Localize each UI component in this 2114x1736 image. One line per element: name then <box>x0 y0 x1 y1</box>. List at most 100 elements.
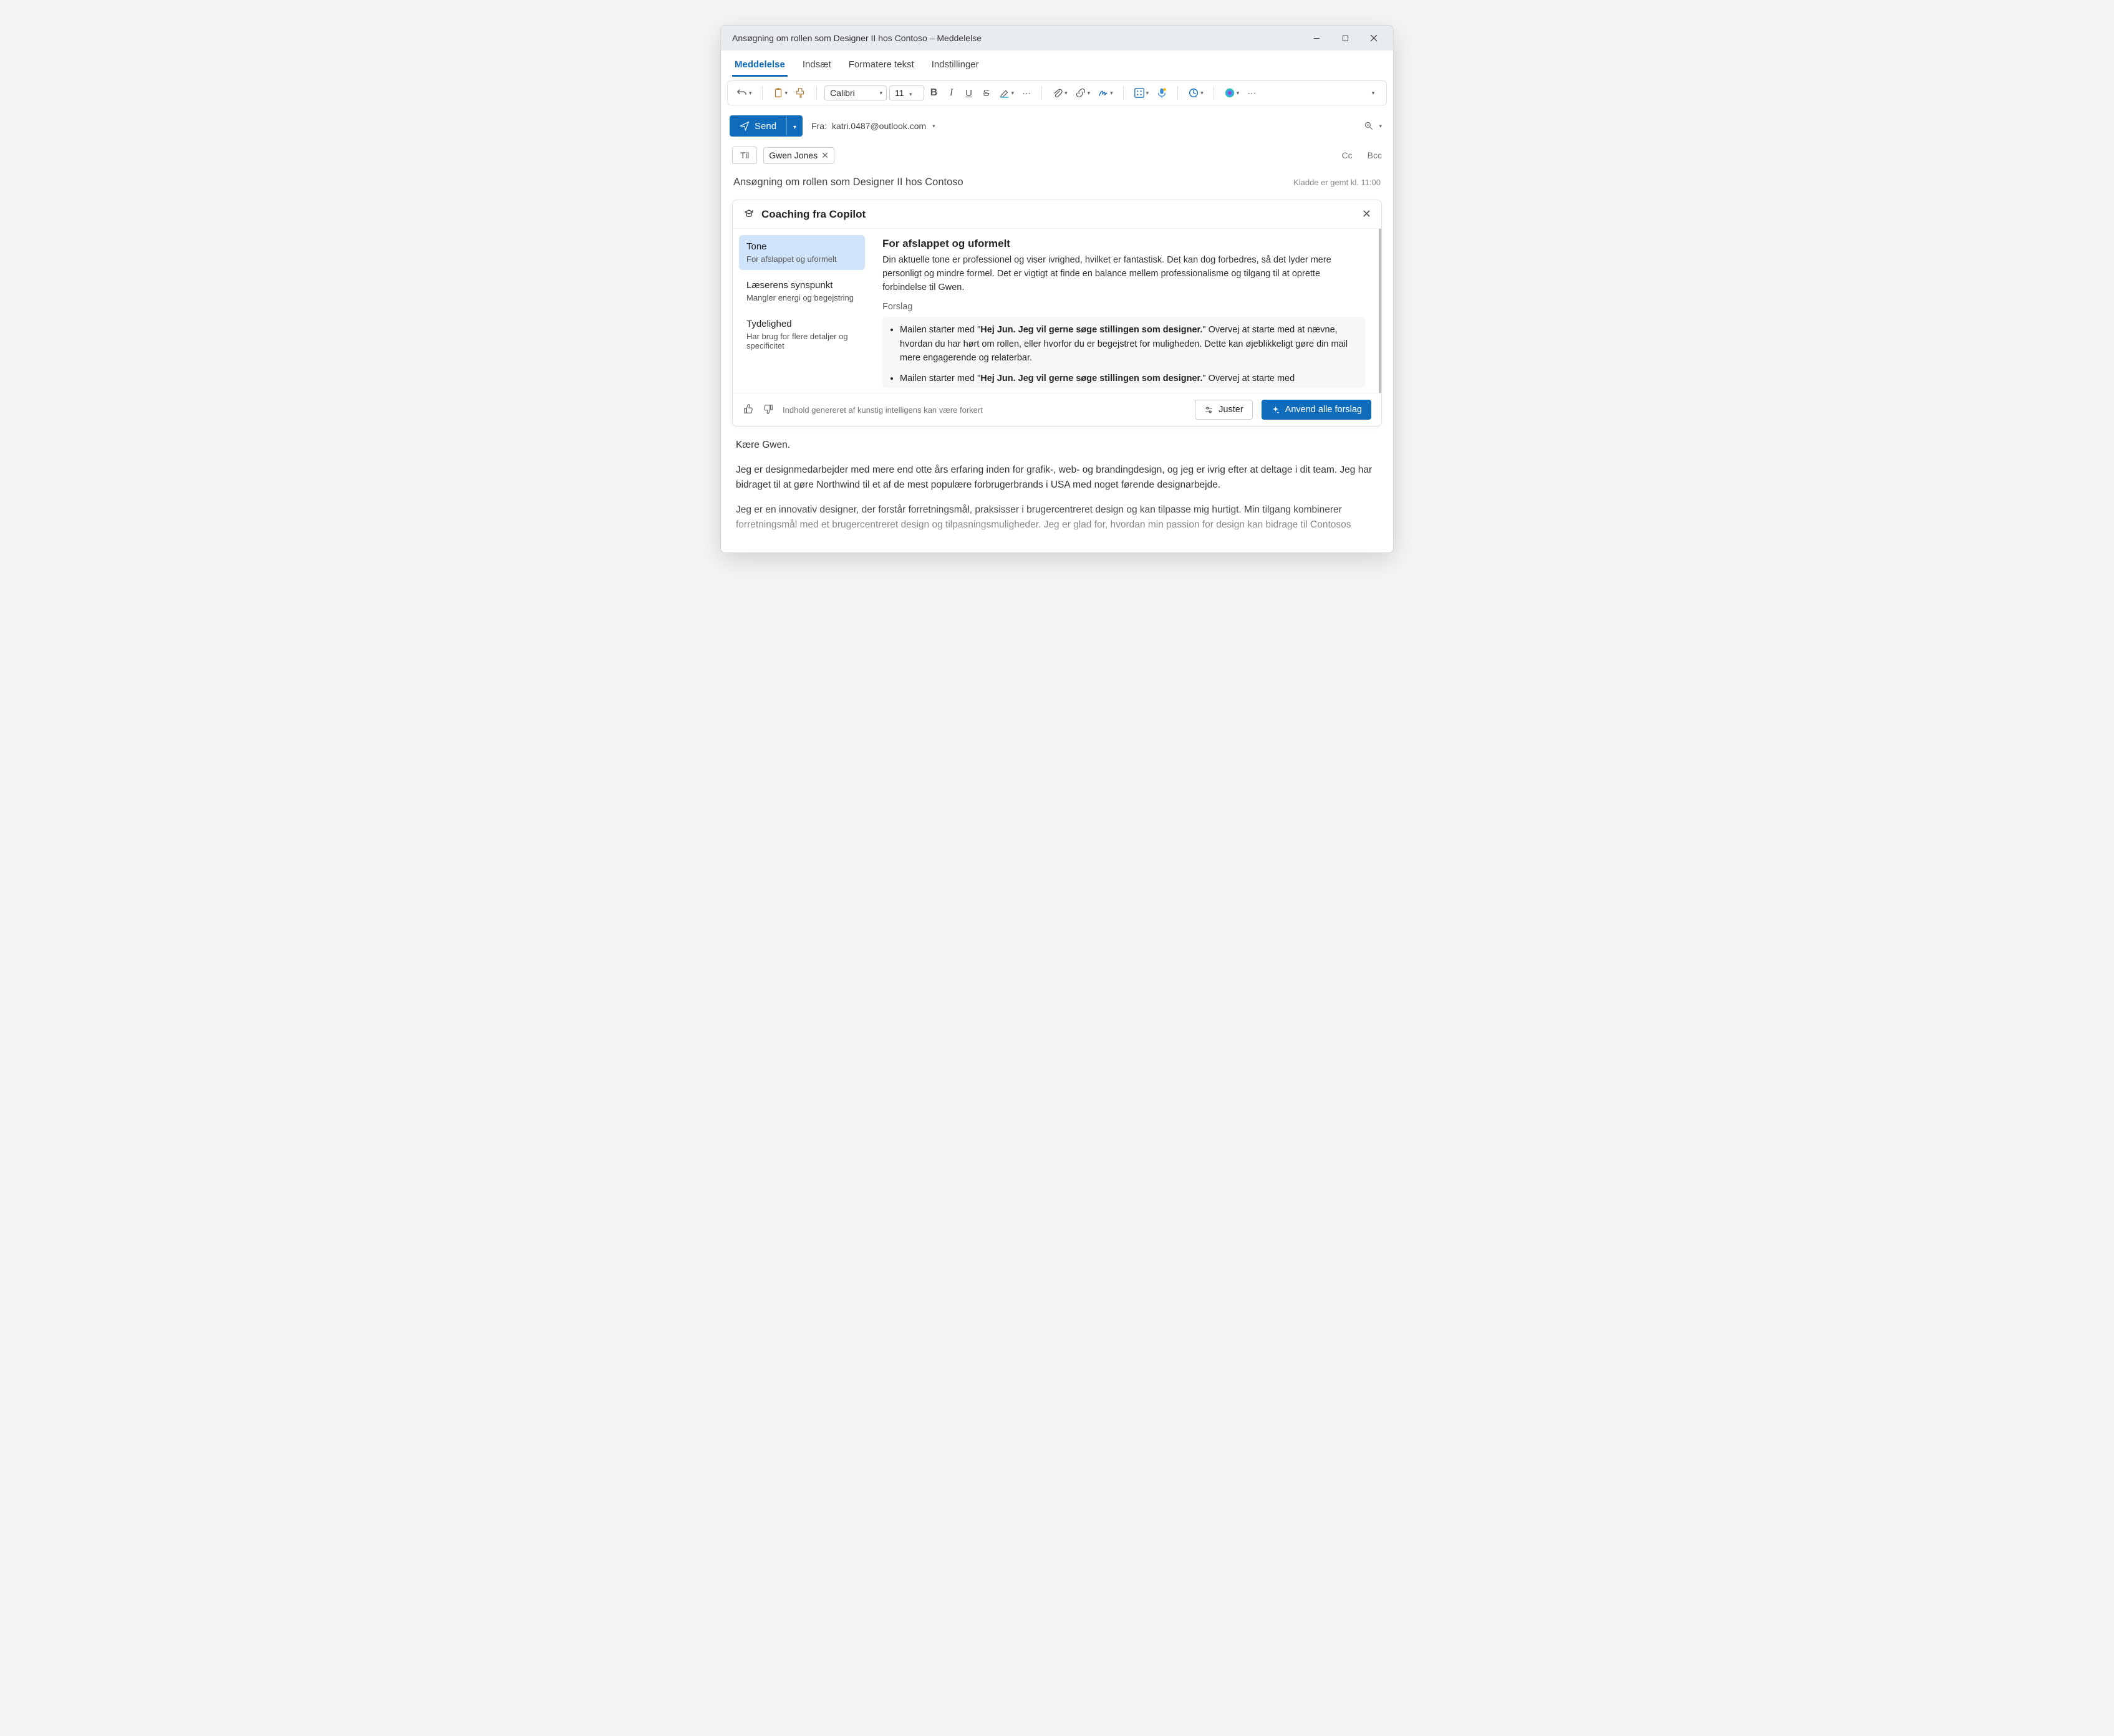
titlebar: Ansøgning om rollen som Designer II hos … <box>721 26 1393 51</box>
font-name-value: Calibri <box>830 88 855 98</box>
font-size-select[interactable]: 11 ▾ <box>889 85 924 100</box>
subject-field[interactable]: Ansøgning om rollen som Designer II hos … <box>733 176 1293 188</box>
sidebar-item-tone[interactable]: Tone For afslappet og uformelt <box>739 235 865 270</box>
strikethrough-button[interactable]: S <box>979 85 994 101</box>
from-email: katri.0487@outlook.com <box>832 121 926 131</box>
chevron-down-icon: ▾ <box>1237 90 1240 97</box>
body-greeting: Kære Gwen. <box>736 438 1378 453</box>
adjust-button[interactable]: Juster <box>1195 400 1253 420</box>
sidebar-item-clarity[interactable]: Tydelighed Har brug for flere detaljer o… <box>739 312 865 357</box>
close-button[interactable] <box>1359 26 1388 51</box>
font-size-value: 11 <box>895 88 904 98</box>
adjust-label: Juster <box>1219 405 1243 415</box>
copilot-heading: For afslappet og uformelt <box>882 238 1365 250</box>
sidebar-item-label: Tydelighed <box>746 319 857 329</box>
body-paragraph: Jeg er designmedarbejder med mere end ot… <box>736 463 1378 493</box>
tab-insert[interactable]: Indsæt <box>800 54 834 77</box>
subject-row: Ansøgning om rollen som Designer II hos … <box>730 168 1384 200</box>
zoom-control[interactable]: ▾ <box>1364 121 1382 131</box>
sidebar-item-sub: Har brug for flere detaljer og specifici… <box>746 332 857 350</box>
recipient-chip[interactable]: Gwen Jones ✕ <box>763 147 834 164</box>
from-prefix: Fra: <box>811 121 827 131</box>
from-selector[interactable]: Fra: katri.0487@outlook.com ▾ <box>811 121 935 131</box>
bold-button[interactable]: B <box>927 85 942 101</box>
paste-button[interactable]: ▾ <box>770 85 791 101</box>
sidebar-item-reader[interactable]: Læserens synspunkt Mangler energi og beg… <box>739 274 865 309</box>
copilot-content: For afslappet og uformelt Din aktuelle t… <box>871 229 1381 393</box>
chevron-down-icon: ▾ <box>1200 90 1204 97</box>
thumbs-up-button[interactable] <box>743 403 754 417</box>
suggestions-label: Forslag <box>882 302 1365 312</box>
copilot-button[interactable]: ▾ <box>1222 85 1242 101</box>
formatting-toolbar: ▾ ▾ Calibri ▾ 11 ▾ B I U <box>727 80 1387 105</box>
copilot-close-button[interactable]: ✕ <box>1362 208 1371 221</box>
more-formatting[interactable]: ⋯ <box>1019 85 1034 101</box>
attach-button[interactable]: ▾ <box>1050 85 1070 101</box>
chevron-down-icon: ▾ <box>749 90 752 97</box>
compose-window: Ansøgning om rollen som Designer II hos … <box>720 25 1394 553</box>
tab-options[interactable]: Indstillinger <box>929 54 982 77</box>
ribbon-tabs: Meddelelse Indsæt Formatere tekst Indsti… <box>721 51 1393 77</box>
send-options-button[interactable]: ▾ <box>786 117 803 135</box>
remove-recipient-icon[interactable]: ✕ <box>821 150 829 161</box>
compose-area: Send ▾ Fra: katri.0487@outlook.com ▾ ▾ T… <box>721 109 1393 552</box>
suggestion-item: Mailen starter med "Hej Jun. Jeg vil ger… <box>900 372 1355 385</box>
dictate-button[interactable] <box>1154 85 1170 101</box>
apps-button[interactable]: ▾ <box>1131 85 1152 101</box>
sidebar-item-sub: Mangler energi og begejstring <box>746 293 857 302</box>
chevron-down-icon: ▾ <box>1088 90 1091 97</box>
minimize-button[interactable] <box>1302 26 1331 51</box>
sidebar-item-sub: For afslappet og uformelt <box>746 254 857 264</box>
send-button[interactable]: Send ▾ <box>730 115 803 137</box>
overflow-button[interactable]: ⋯ <box>1244 85 1259 101</box>
bcc-button[interactable]: Bcc <box>1368 150 1382 160</box>
font-family-select[interactable]: Calibri ▾ <box>824 85 887 100</box>
suggestion-item: Mailen starter med "Hej Jun. Jeg vil ger… <box>900 323 1355 365</box>
chevron-down-icon: ▾ <box>1379 123 1382 130</box>
email-body[interactable]: Kære Gwen. Jeg er designmedarbejder med … <box>730 435 1384 552</box>
tab-format[interactable]: Formatere tekst <box>846 54 917 77</box>
thumbs-down-button[interactable] <box>763 403 774 417</box>
send-icon <box>740 121 750 131</box>
signature-button[interactable]: ▾ <box>1095 85 1116 101</box>
sparkle-icon <box>1271 405 1280 415</box>
suggestion-list: Mailen starter med "Hej Jun. Jeg vil ger… <box>882 317 1365 388</box>
highlight-button[interactable]: ▾ <box>997 85 1017 101</box>
maximize-button[interactable] <box>1331 26 1359 51</box>
editor-button[interactable]: ▾ <box>1185 85 1206 101</box>
italic-button[interactable]: I <box>944 85 959 101</box>
window-title: Ansøgning om rollen som Designer II hos … <box>732 33 1302 43</box>
copilot-header: Coaching fra Copilot ✕ <box>733 200 1381 229</box>
ribbon-collapse-chevron[interactable]: ▾ <box>1365 85 1380 101</box>
sidebar-item-label: Læserens synspunkt <box>746 280 857 291</box>
chevron-down-icon: ▾ <box>1110 90 1113 97</box>
format-painter-button[interactable] <box>793 85 809 101</box>
chevron-down-icon: ▾ <box>932 123 935 130</box>
apply-label: Anvend alle forslag <box>1285 405 1362 415</box>
send-label: Send <box>755 121 776 132</box>
copilot-coach-icon <box>743 208 755 221</box>
draft-saved-status: Kladde er gemt kl. 11:00 <box>1293 178 1381 187</box>
cc-button[interactable]: Cc <box>1342 150 1353 160</box>
recipients-row: Til Gwen Jones ✕ Cc Bcc <box>730 143 1384 168</box>
tab-message[interactable]: Meddelelse <box>732 54 788 77</box>
chevron-down-icon: ▾ <box>785 90 788 97</box>
undo-button[interactable]: ▾ <box>734 85 755 101</box>
to-button[interactable]: Til <box>732 147 757 164</box>
link-button[interactable]: ▾ <box>1073 85 1093 101</box>
send-row: Send ▾ Fra: katri.0487@outlook.com ▾ ▾ <box>730 115 1384 143</box>
apply-all-button[interactable]: Anvend alle forslag <box>1262 400 1371 420</box>
underline-button[interactable]: U <box>962 85 977 101</box>
copilot-panel: Coaching fra Copilot ✕ Tone For afslappe… <box>732 200 1382 427</box>
recipient-name: Gwen Jones <box>769 150 818 160</box>
copilot-sidebar: Tone For afslappet og uformelt Læserens … <box>733 229 871 393</box>
copilot-title: Coaching fra Copilot <box>761 208 866 221</box>
chevron-down-icon: ▾ <box>1146 90 1149 97</box>
magnify-icon <box>1364 121 1374 131</box>
ai-disclaimer: Indhold genereret af kunstig intelligens… <box>783 405 983 415</box>
chevron-down-icon: ▾ <box>1011 90 1015 97</box>
chevron-down-icon: ▾ <box>1064 90 1068 97</box>
chevron-down-icon: ▾ <box>880 90 883 97</box>
sidebar-item-label: Tone <box>746 241 857 252</box>
chevron-down-icon: ▾ <box>908 91 912 97</box>
